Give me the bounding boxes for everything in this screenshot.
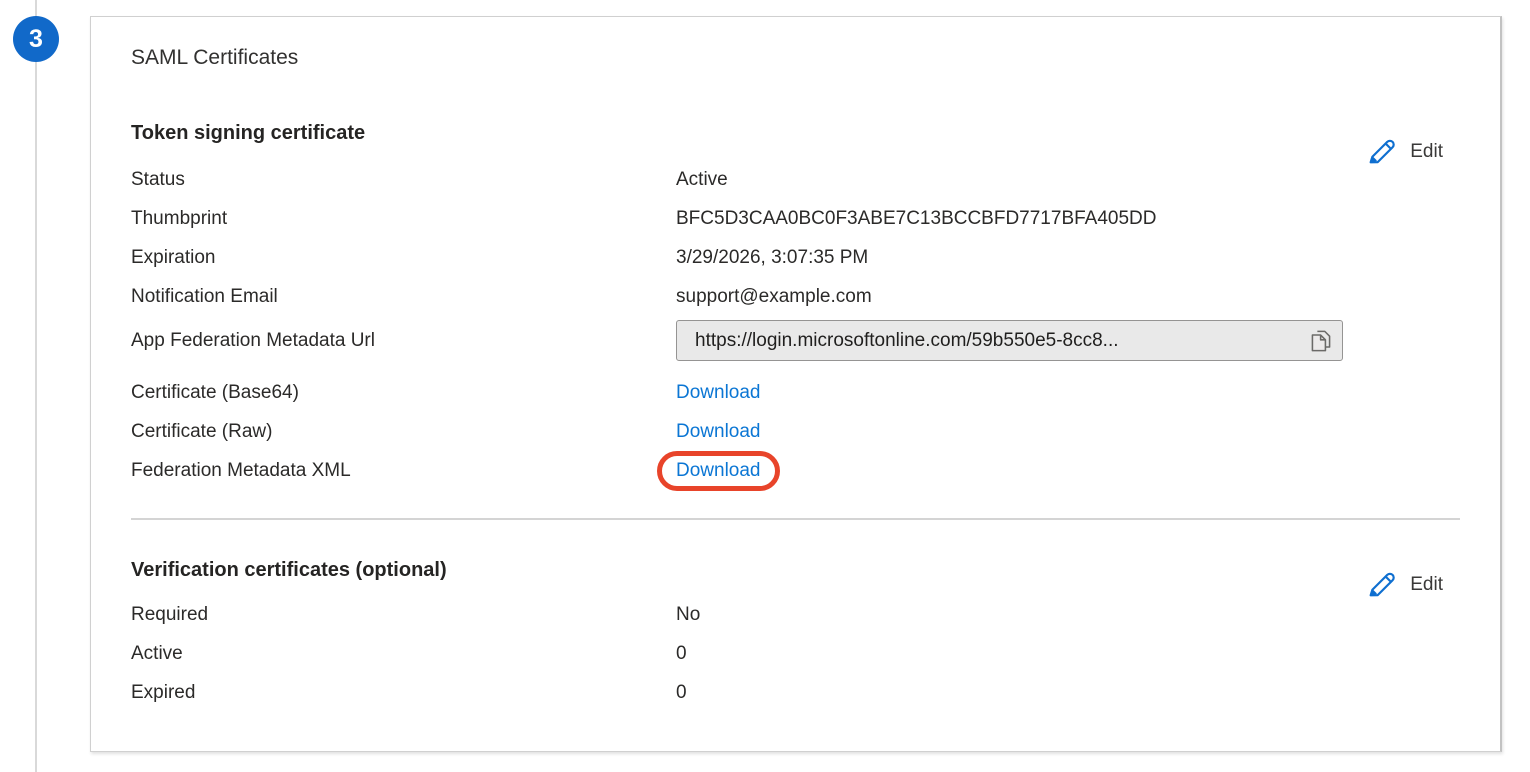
field-row-required: Required No: [131, 595, 1460, 634]
field-label: Required: [131, 595, 676, 634]
field-value: No: [676, 595, 700, 634]
field-label: Active: [131, 634, 676, 673]
step-number: 3: [29, 25, 43, 54]
verification-fields: Required No Active 0 Expired 0: [131, 595, 1460, 712]
token-signing-heading: Token signing certificate: [131, 121, 1460, 146]
edit-verification-button[interactable]: Edit: [1366, 569, 1443, 600]
field-row-status: Status Active: [131, 160, 1460, 199]
field-label: Expired: [131, 673, 676, 712]
field-row-expired: Expired 0: [131, 673, 1460, 712]
field-label: Certificate (Base64): [131, 373, 676, 412]
field-row-metadata-url: App Federation Metadata Url: [131, 316, 1460, 365]
saml-certificates-card: Edit Edit SAML Certificates Token signin…: [90, 16, 1502, 752]
field-label: Federation Metadata XML: [131, 451, 676, 490]
download-cert-base64-link[interactable]: Download: [676, 373, 761, 412]
edit-token-signing-button[interactable]: Edit: [1366, 136, 1443, 167]
field-label: App Federation Metadata Url: [131, 330, 676, 352]
field-value: 3/29/2026, 3:07:35 PM: [676, 238, 868, 277]
field-row-federation-metadata: Federation Metadata XML Download: [131, 451, 1460, 490]
field-value: 0: [676, 673, 687, 712]
field-row-thumbprint: Thumbprint BFC5D3CAA0BC0F3ABE7C13BCCBFD7…: [131, 199, 1460, 238]
field-row-notification-email: Notification Email support@example.com: [131, 277, 1460, 316]
card-title: SAML Certificates: [131, 45, 1460, 71]
field-value: 0: [676, 634, 687, 673]
field-label: Certificate (Raw): [131, 412, 676, 451]
pencil-icon: [1366, 136, 1397, 167]
field-label: Status: [131, 160, 676, 199]
copy-to-clipboard-button[interactable]: [1304, 324, 1338, 358]
field-label: Notification Email: [131, 277, 676, 316]
field-value: Active: [676, 160, 728, 199]
field-value: BFC5D3CAA0BC0F3ABE7C13BCCBFD7717BFA405DD: [676, 199, 1157, 238]
verification-heading: Verification certificates (optional): [131, 558, 1460, 583]
pencil-icon: [1366, 569, 1397, 600]
field-row-active: Active 0: [131, 634, 1460, 673]
step-connector-line: [35, 0, 37, 772]
section-divider: [131, 518, 1460, 520]
metadata-url-input[interactable]: [676, 320, 1343, 361]
step-number-badge: 3: [13, 16, 59, 62]
download-federation-metadata-link[interactable]: Download: [657, 451, 780, 491]
copy-icon: [1308, 328, 1334, 354]
edit-button-label: Edit: [1410, 141, 1443, 163]
field-label: Expiration: [131, 238, 676, 277]
field-row-cert-base64: Certificate (Base64) Download: [131, 373, 1460, 412]
field-row-cert-raw: Certificate (Raw) Download: [131, 412, 1460, 451]
field-label: Thumbprint: [131, 199, 676, 238]
token-signing-fields: Status Active Thumbprint BFC5D3CAA0BC0F3…: [131, 160, 1460, 490]
field-row-expiration: Expiration 3/29/2026, 3:07:35 PM: [131, 238, 1460, 277]
metadata-url-field-wrap: [676, 320, 1343, 361]
edit-button-label: Edit: [1410, 574, 1443, 596]
annotation-ring: Download: [676, 451, 761, 490]
download-cert-raw-link[interactable]: Download: [676, 412, 761, 451]
card-content: SAML Certificates Token signing certific…: [91, 17, 1500, 751]
field-value: support@example.com: [676, 277, 872, 316]
